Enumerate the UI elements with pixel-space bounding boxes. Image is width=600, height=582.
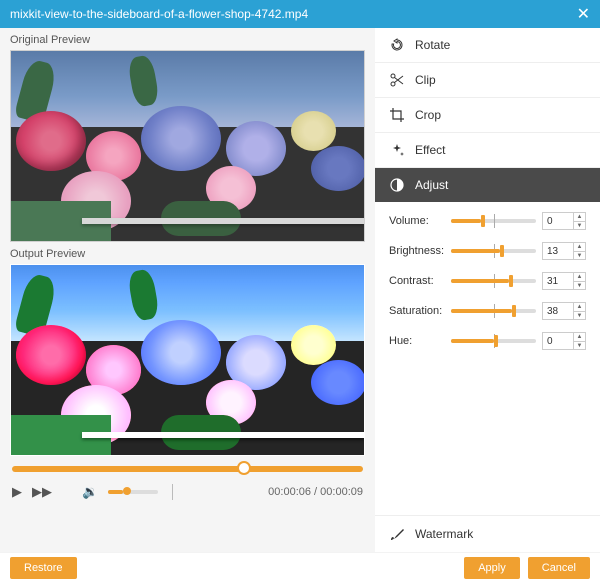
output-preview bbox=[10, 264, 365, 456]
brightness-slider[interactable] bbox=[451, 249, 536, 253]
play-icon[interactable]: ▶ bbox=[12, 484, 22, 500]
spinner-up-icon[interactable]: ▲ bbox=[574, 333, 585, 342]
brightness-label: Brightness: bbox=[389, 245, 445, 257]
divider bbox=[172, 484, 173, 500]
footer: Restore Apply Cancel bbox=[0, 552, 600, 582]
saturation-label: Saturation: bbox=[389, 305, 445, 317]
contrast-spinner[interactable]: 31▲▼ bbox=[542, 272, 586, 290]
spinner-down-icon[interactable]: ▼ bbox=[574, 282, 585, 290]
hue-slider[interactable] bbox=[451, 339, 536, 343]
hue-label: Hue: bbox=[389, 335, 445, 347]
menu-label: Rotate bbox=[415, 38, 450, 52]
volume-adjust-slider[interactable] bbox=[451, 219, 536, 223]
output-preview-label: Output Preview bbox=[0, 242, 375, 264]
spinner-down-icon[interactable]: ▼ bbox=[574, 252, 585, 260]
spinner-up-icon[interactable]: ▲ bbox=[574, 273, 585, 282]
hue-spinner[interactable]: 0▲▼ bbox=[542, 332, 586, 350]
spinner-down-icon[interactable]: ▼ bbox=[574, 222, 585, 230]
spinner-up-icon[interactable]: ▲ bbox=[574, 213, 585, 222]
brush-icon bbox=[389, 526, 405, 542]
saturation-spinner[interactable]: 38▲▼ bbox=[542, 302, 586, 320]
fast-forward-icon[interactable]: ▶▶ bbox=[32, 484, 52, 500]
spinner-down-icon[interactable]: ▼ bbox=[574, 312, 585, 320]
rotate-icon bbox=[389, 37, 405, 53]
menu-label: Clip bbox=[415, 73, 436, 87]
contrast-label: Contrast: bbox=[389, 275, 445, 287]
menu-label: Adjust bbox=[415, 178, 448, 192]
title-bar: mixkit-view-to-the-sideboard-of-a-flower… bbox=[0, 0, 600, 28]
time-display: 00:00:06 / 00:00:09 bbox=[268, 486, 363, 498]
volume-spinner[interactable]: 0▲▼ bbox=[542, 212, 586, 230]
spinner-down-icon[interactable]: ▼ bbox=[574, 342, 585, 350]
menu-clip[interactable]: Clip bbox=[375, 63, 600, 98]
timeline-thumb[interactable] bbox=[237, 461, 251, 475]
menu-adjust[interactable]: Adjust bbox=[375, 168, 600, 202]
volume-icon[interactable]: 🔉 bbox=[82, 484, 98, 500]
adjust-icon bbox=[389, 177, 405, 193]
edit-panel: Rotate Clip Crop Effect Adjust bbox=[375, 28, 600, 552]
apply-button[interactable]: Apply bbox=[464, 557, 520, 579]
restore-button[interactable]: Restore bbox=[10, 557, 77, 579]
cancel-button[interactable]: Cancel bbox=[528, 557, 590, 579]
menu-label: Crop bbox=[415, 108, 441, 122]
brightness-spinner[interactable]: 13▲▼ bbox=[542, 242, 586, 260]
menu-label: Watermark bbox=[415, 527, 473, 541]
contrast-slider[interactable] bbox=[451, 279, 536, 283]
scissors-icon bbox=[389, 72, 405, 88]
menu-rotate[interactable]: Rotate bbox=[375, 28, 600, 63]
effect-icon bbox=[389, 142, 405, 158]
volume-label: Volume: bbox=[389, 215, 445, 227]
menu-crop[interactable]: Crop bbox=[375, 98, 600, 133]
preview-panel: Original Preview Output Preview bbox=[0, 28, 375, 552]
adjust-panel: Volume: 0▲▼ Brightness: 13▲▼ Contrast: 3… bbox=[375, 202, 600, 360]
timeline-slider[interactable] bbox=[12, 466, 363, 472]
close-icon[interactable]: ✕ bbox=[577, 4, 590, 24]
saturation-slider[interactable] bbox=[451, 309, 536, 313]
crop-icon bbox=[389, 107, 405, 123]
original-preview bbox=[10, 50, 365, 242]
window-title: mixkit-view-to-the-sideboard-of-a-flower… bbox=[10, 7, 308, 21]
volume-slider[interactable] bbox=[108, 490, 158, 494]
menu-label: Effect bbox=[415, 143, 445, 157]
menu-watermark[interactable]: Watermark bbox=[375, 515, 600, 552]
spinner-up-icon[interactable]: ▲ bbox=[574, 303, 585, 312]
menu-effect[interactable]: Effect bbox=[375, 133, 600, 168]
original-preview-label: Original Preview bbox=[0, 28, 375, 50]
spinner-up-icon[interactable]: ▲ bbox=[574, 243, 585, 252]
